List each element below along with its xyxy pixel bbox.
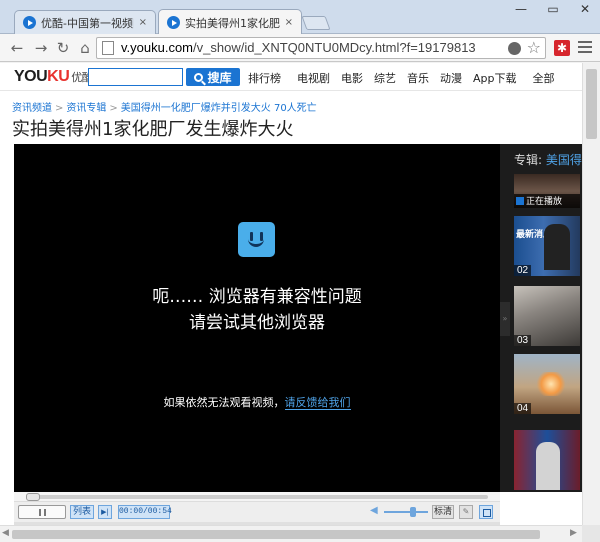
- feedback-hint: 如果依然无法观看视频，请反馈给我们: [163, 396, 351, 410]
- item-number: 03: [514, 335, 532, 346]
- horizontal-scrollbar[interactable]: ◀ ▶: [0, 525, 582, 542]
- browser-toolbar: ← → ↻ ⌂ v.youku.com/v_show/id_XNTQ0NTU0M…: [0, 34, 600, 62]
- breadcrumb-separator: >: [55, 103, 64, 114]
- nav-link-music[interactable]: 音乐: [407, 70, 429, 86]
- error-message-line1: 呃…… 浏览器有兼容性问题: [152, 287, 362, 307]
- browser-titlebar: 优酷-中国第一视频网站,提 × 实拍美得州1家化肥厂发生爆 × — ▭ ✕: [0, 0, 600, 35]
- new-tab-button[interactable]: [301, 16, 331, 30]
- thumbnail-image: [544, 224, 570, 270]
- nav-link-movie[interactable]: 电影: [341, 70, 363, 86]
- breadcrumb-item[interactable]: 资讯频道: [12, 103, 52, 114]
- translate-icon[interactable]: [508, 42, 521, 55]
- next-button[interactable]: ▶|: [98, 505, 112, 519]
- tab-video-page[interactable]: 实拍美得州1家化肥厂发生爆 ×: [158, 9, 302, 35]
- quality-button[interactable]: 标清: [432, 505, 454, 519]
- youku-logo[interactable]: YOUKU 优酷: [14, 68, 93, 86]
- nav-link-tv[interactable]: 电视剧: [297, 70, 330, 86]
- forward-arrow-icon[interactable]: →: [32, 38, 50, 58]
- page-icon: [102, 41, 114, 55]
- now-playing-badge: 正在播放: [514, 194, 580, 208]
- item-number: 04: [514, 403, 532, 414]
- player-controls: 列表 ▶| 00:00/00:54 ◀ 标清 ✎: [14, 502, 500, 522]
- thumbnail-image: [536, 372, 566, 396]
- pause-button[interactable]: [18, 505, 66, 519]
- breadcrumb-item[interactable]: 美国得州一化肥厂爆炸并引发大火 70人死亡: [121, 103, 317, 114]
- collapse-handle-icon[interactable]: »: [500, 302, 510, 336]
- site-header: YOUKU 优酷 搜库 排行榜 电视剧 电影 综艺 音乐 动漫 App下载 全部: [0, 63, 582, 91]
- bookmark-star-icon[interactable]: ☆: [527, 38, 541, 57]
- extension-icon[interactable]: ✱: [554, 40, 570, 56]
- close-icon[interactable]: ×: [285, 17, 293, 28]
- scroll-right-icon[interactable]: ▶: [570, 528, 577, 538]
- progress-bar[interactable]: [14, 492, 500, 502]
- volume-handle[interactable]: [410, 507, 416, 517]
- nav-link-all[interactable]: 全部: [533, 70, 555, 86]
- album-label: 专辑: 美国得: [514, 153, 582, 167]
- progress-handle[interactable]: [26, 493, 40, 501]
- fullscreen-icon[interactable]: [479, 505, 493, 519]
- volume-slider[interactable]: [384, 507, 428, 517]
- page-viewport: YOUKU 优酷 搜库 排行榜 电视剧 电影 综艺 音乐 动漫 App下载 全部 …: [0, 63, 582, 525]
- tab-label: 优酷-中国第一视频网站,提: [41, 16, 134, 30]
- youku-favicon-icon: [167, 16, 180, 29]
- search-icon: [194, 72, 204, 82]
- search-input[interactable]: [88, 68, 183, 86]
- browser-menu-icon[interactable]: [578, 41, 592, 56]
- playlist-item[interactable]: 正在播放: [514, 174, 580, 208]
- scrollbar-thumb[interactable]: [12, 530, 540, 539]
- playlist-button[interactable]: 列表: [70, 505, 94, 519]
- breadcrumb: 资讯频道 > 资讯专辑 > 美国得州一化肥厂爆炸并引发大火 70人死亡: [12, 99, 317, 114]
- reload-icon[interactable]: ↻: [54, 38, 72, 58]
- scroll-corner: [582, 525, 600, 542]
- url-text[interactable]: v.youku.com/v_show/id_XNTQ0NTU0MDcy.html…: [121, 40, 476, 55]
- maximize-icon[interactable]: ▭: [546, 2, 560, 16]
- playlist-item[interactable]: 03: [514, 286, 580, 346]
- settings-icon[interactable]: ✎: [459, 505, 473, 519]
- smiley-icon: [238, 222, 275, 257]
- breadcrumb-item[interactable]: 资讯专辑: [66, 103, 106, 114]
- progress-track: [26, 495, 488, 499]
- item-number: 02: [514, 265, 532, 276]
- breadcrumb-separator: >: [109, 103, 118, 114]
- playlist-item[interactable]: 04: [514, 354, 580, 414]
- page-title: 实拍美得州1家化肥厂发生爆炸大火: [12, 119, 294, 140]
- playlist-item[interactable]: [514, 430, 580, 490]
- close-icon[interactable]: ×: [139, 17, 147, 28]
- playlist-item[interactable]: 最新消息 02: [514, 216, 580, 276]
- play-icon: [516, 197, 524, 205]
- minimize-icon[interactable]: —: [514, 2, 528, 16]
- home-icon[interactable]: ⌂: [76, 38, 94, 58]
- video-player[interactable]: 呃…… 浏览器有兼容性问题 请尝试其他浏览器 如果依然无法观看视频，请反馈给我们: [14, 144, 500, 492]
- thumbnail-image: [536, 442, 560, 490]
- tab-youku-home[interactable]: 优酷-中国第一视频网站,提 ×: [14, 10, 156, 34]
- window-controls: — ▭ ✕: [514, 2, 592, 16]
- playlist-sidebar: 专辑: 美国得 » 正在播放 最新消息 02 03 04: [500, 144, 582, 492]
- address-bar[interactable]: v.youku.com/v_show/id_XNTQ0NTU0MDcy.html…: [96, 37, 546, 59]
- nav-link-anime[interactable]: 动漫: [440, 70, 462, 86]
- search-button[interactable]: 搜库: [186, 68, 240, 86]
- time-display: 00:00/00:54: [118, 505, 172, 519]
- error-message-line2: 请尝试其他浏览器: [189, 313, 325, 333]
- site-nav: 排行榜 电视剧 电影 综艺 音乐 动漫 App下载 全部: [248, 70, 566, 86]
- youku-favicon-icon: [23, 16, 36, 29]
- scrollbar-thumb[interactable]: [586, 69, 597, 139]
- window-close-icon[interactable]: ✕: [578, 2, 592, 16]
- vertical-scrollbar[interactable]: [582, 63, 600, 525]
- tab-label: 实拍美得州1家化肥厂发生爆: [185, 16, 280, 30]
- nav-link-ranking[interactable]: 排行榜: [248, 70, 281, 86]
- feedback-link[interactable]: 请反馈给我们: [284, 396, 351, 410]
- back-arrow-icon[interactable]: ←: [8, 38, 26, 58]
- volume-icon[interactable]: ◀: [370, 505, 382, 519]
- nav-link-app[interactable]: App下载: [473, 70, 517, 86]
- scroll-left-icon[interactable]: ◀: [2, 528, 9, 538]
- nav-link-variety[interactable]: 综艺: [374, 70, 396, 86]
